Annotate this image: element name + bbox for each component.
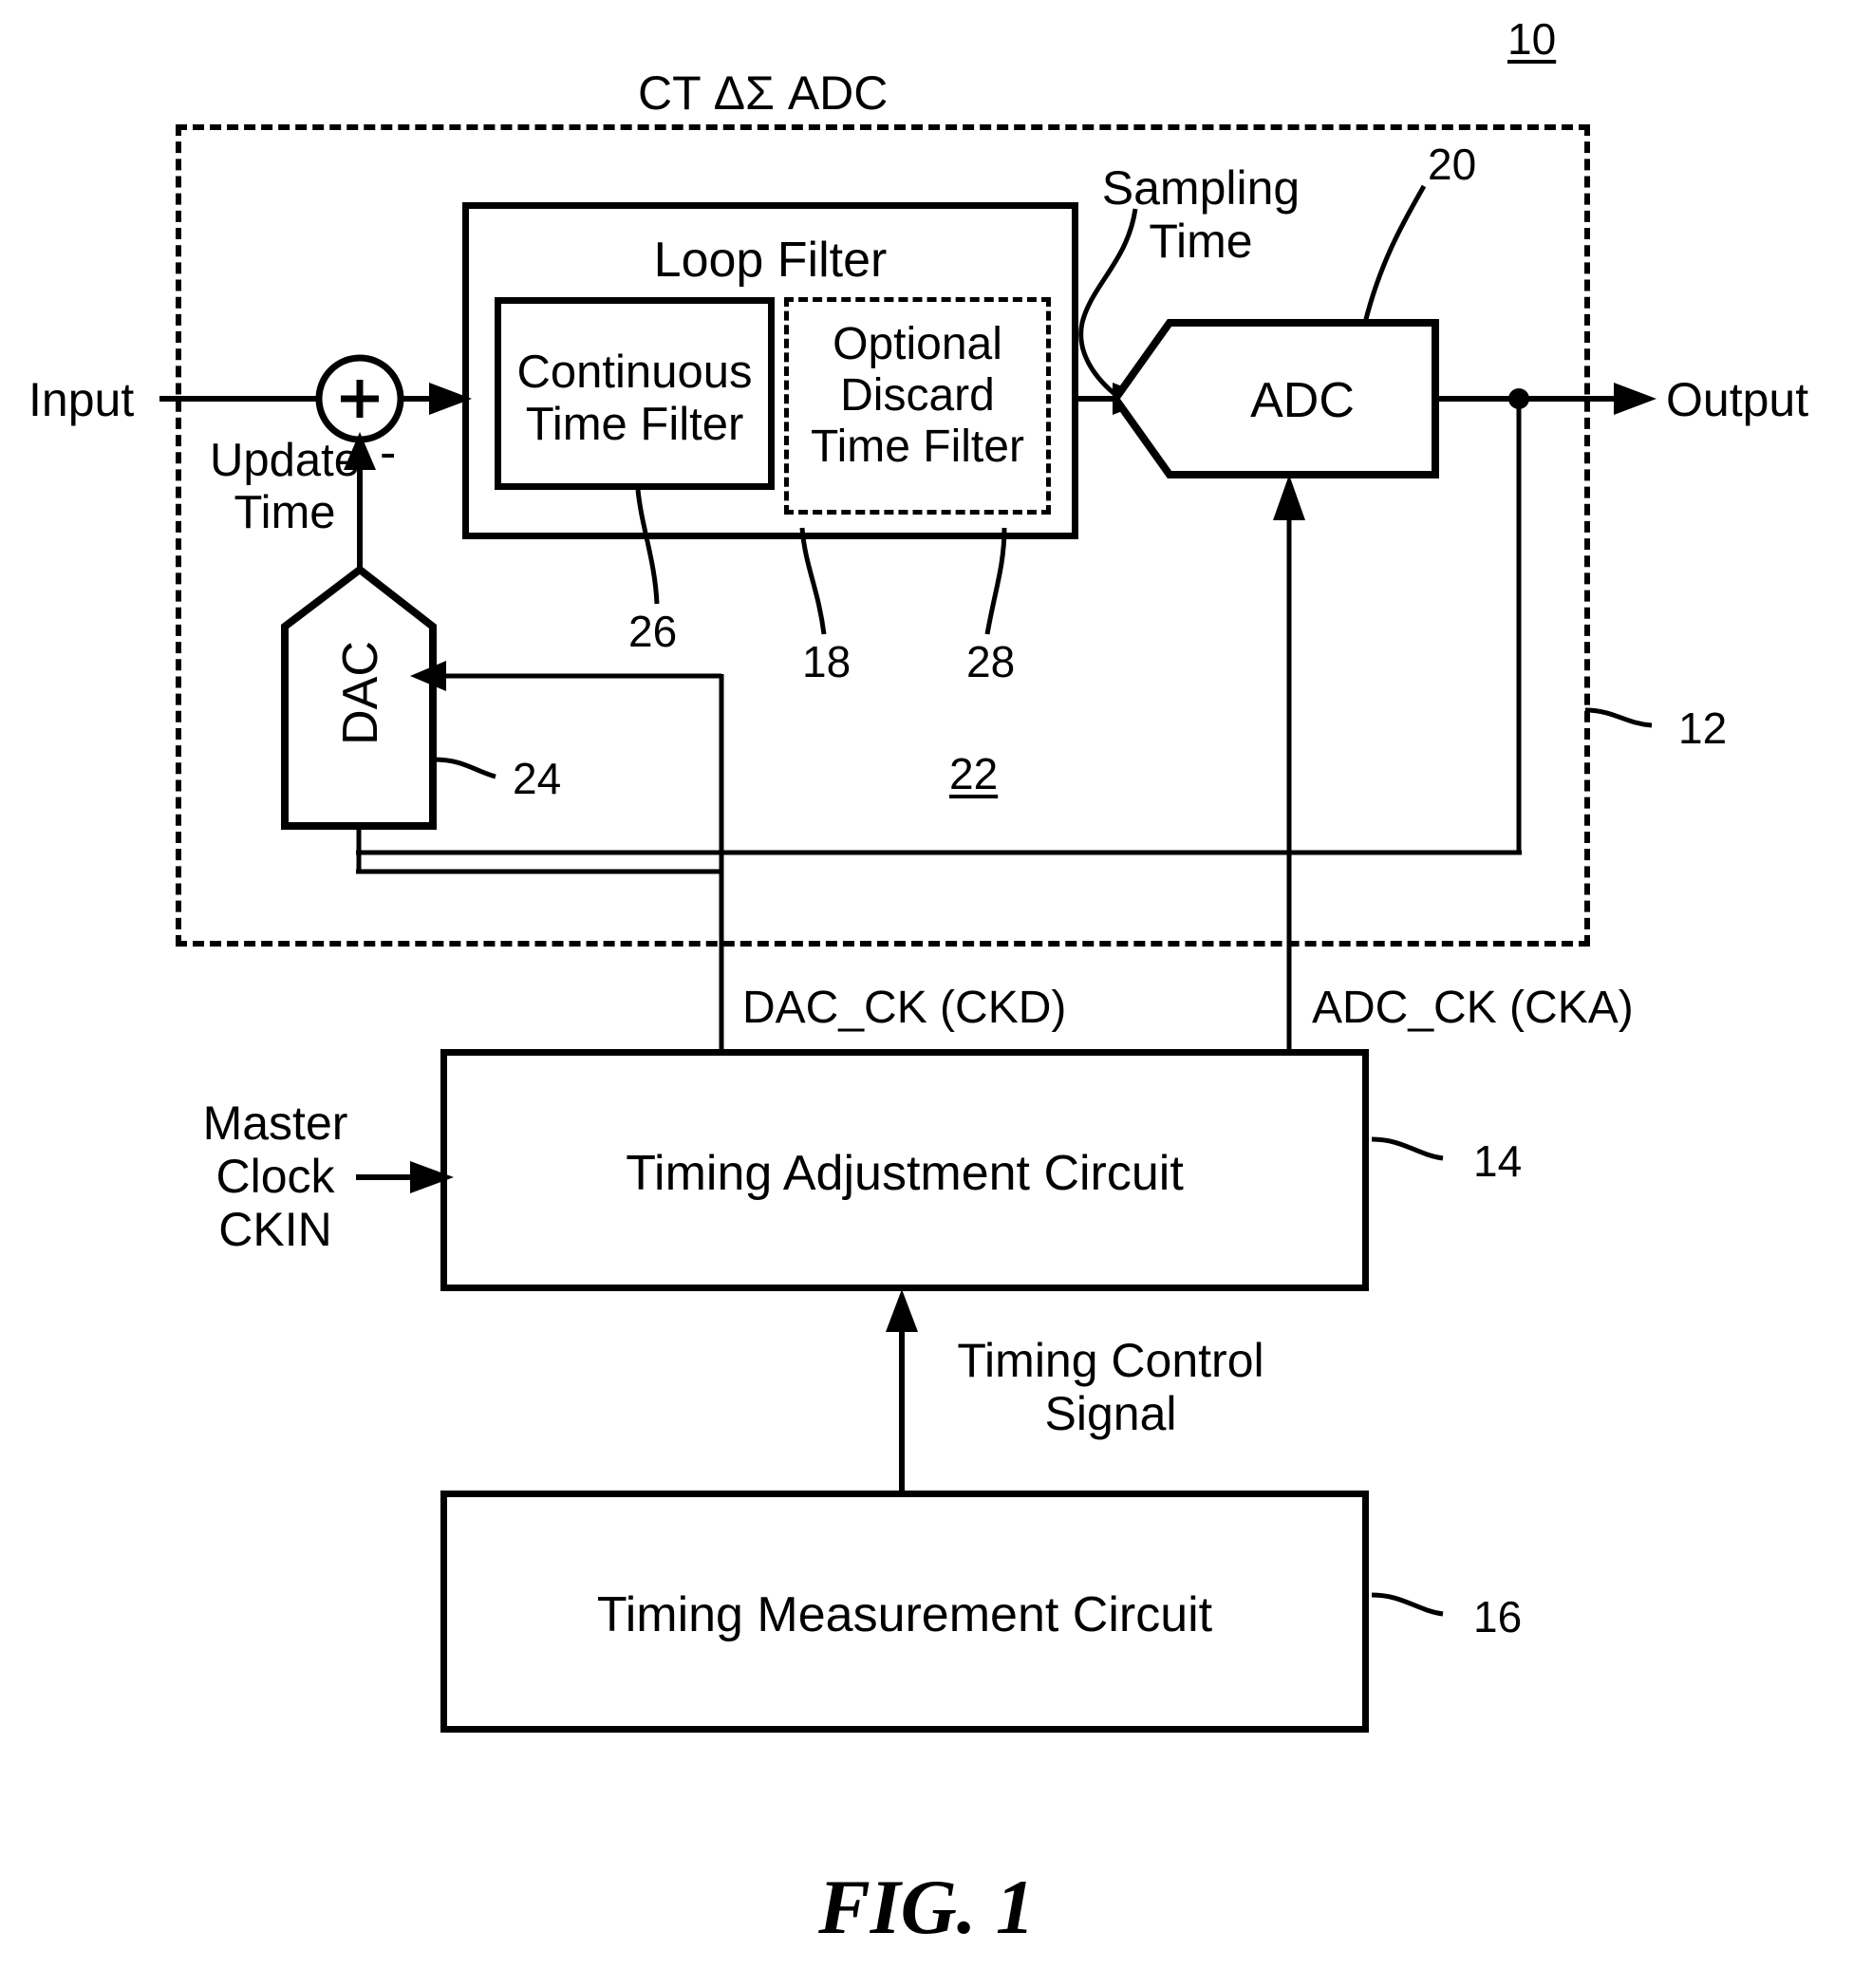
timing-adjustment-circuit-label: Timing Adjustment Circuit — [626, 1146, 1184, 1201]
reference-numeral-20: 20 — [1428, 140, 1477, 189]
input-label: Input — [28, 373, 135, 426]
reference-numeral-18: 18 — [802, 637, 852, 686]
dac-label: DAC — [333, 641, 388, 745]
dac-clock-label: DAC_CK (CKD) — [742, 983, 1067, 1033]
reference-numeral-28: 28 — [966, 637, 1016, 686]
adc-clock-label: ADC_CK (CKA) — [1312, 983, 1634, 1033]
timing-control-signal-label: Timing Control Signal — [957, 1334, 1264, 1440]
reference-numeral-26: 26 — [628, 607, 678, 656]
timing-measurement-circuit-label: Timing Measurement Circuit — [596, 1587, 1213, 1642]
patent-figure-page: 10 CT ΔΣ ADC Loop Filter Continuous Time… — [0, 0, 1853, 1988]
reference-numeral-12: 12 — [1678, 703, 1728, 753]
optional-discard-time-filter-label: Optional Discard Time Filter — [811, 319, 1024, 472]
adc-label: ADC — [1250, 373, 1355, 428]
reference-numeral-10: 10 — [1507, 14, 1557, 64]
reference-numeral-22: 22 — [949, 749, 999, 798]
output-label: Output — [1666, 373, 1809, 426]
master-clock-label: Master Clock CKIN — [202, 1097, 348, 1256]
sampling-time-label: Sampling Time — [1101, 161, 1301, 268]
reference-numeral-24: 24 — [513, 754, 562, 803]
reference-numeral-14: 14 — [1473, 1136, 1523, 1186]
update-time-label: Update Time — [209, 435, 360, 538]
continuous-time-filter-label: Continuous Time Filter — [516, 347, 753, 450]
loop-filter-title: Loop Filter — [653, 233, 888, 288]
system-title: CT ΔΣ ADC — [638, 66, 889, 120]
figure-caption: FIG. 1 — [818, 1864, 1035, 1950]
reference-numeral-16: 16 — [1473, 1592, 1523, 1641]
